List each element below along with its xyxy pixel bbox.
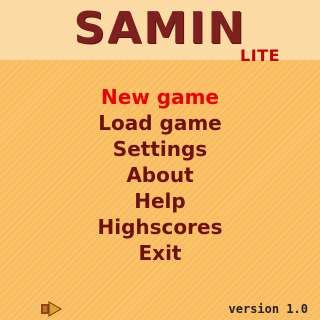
menu-item-new-game[interactable]: New game bbox=[60, 84, 260, 110]
menu-item-highscores[interactable]: Highscores bbox=[60, 214, 260, 240]
menu-item-about[interactable]: About bbox=[60, 162, 260, 188]
version-label: version 1.0 bbox=[228, 302, 308, 316]
menu-item-help[interactable]: Help bbox=[60, 188, 260, 214]
back-softkey-icon[interactable] bbox=[40, 300, 62, 318]
menu-item-exit[interactable]: Exit bbox=[60, 240, 260, 266]
menu-item-load-game[interactable]: Load game bbox=[60, 110, 260, 136]
game-title: SAMIN bbox=[73, 3, 247, 54]
main-menu: New game Load game Settings About Help H… bbox=[60, 84, 260, 266]
menu-item-settings[interactable]: Settings bbox=[60, 136, 260, 162]
game-subtitle: LITE bbox=[240, 46, 280, 65]
